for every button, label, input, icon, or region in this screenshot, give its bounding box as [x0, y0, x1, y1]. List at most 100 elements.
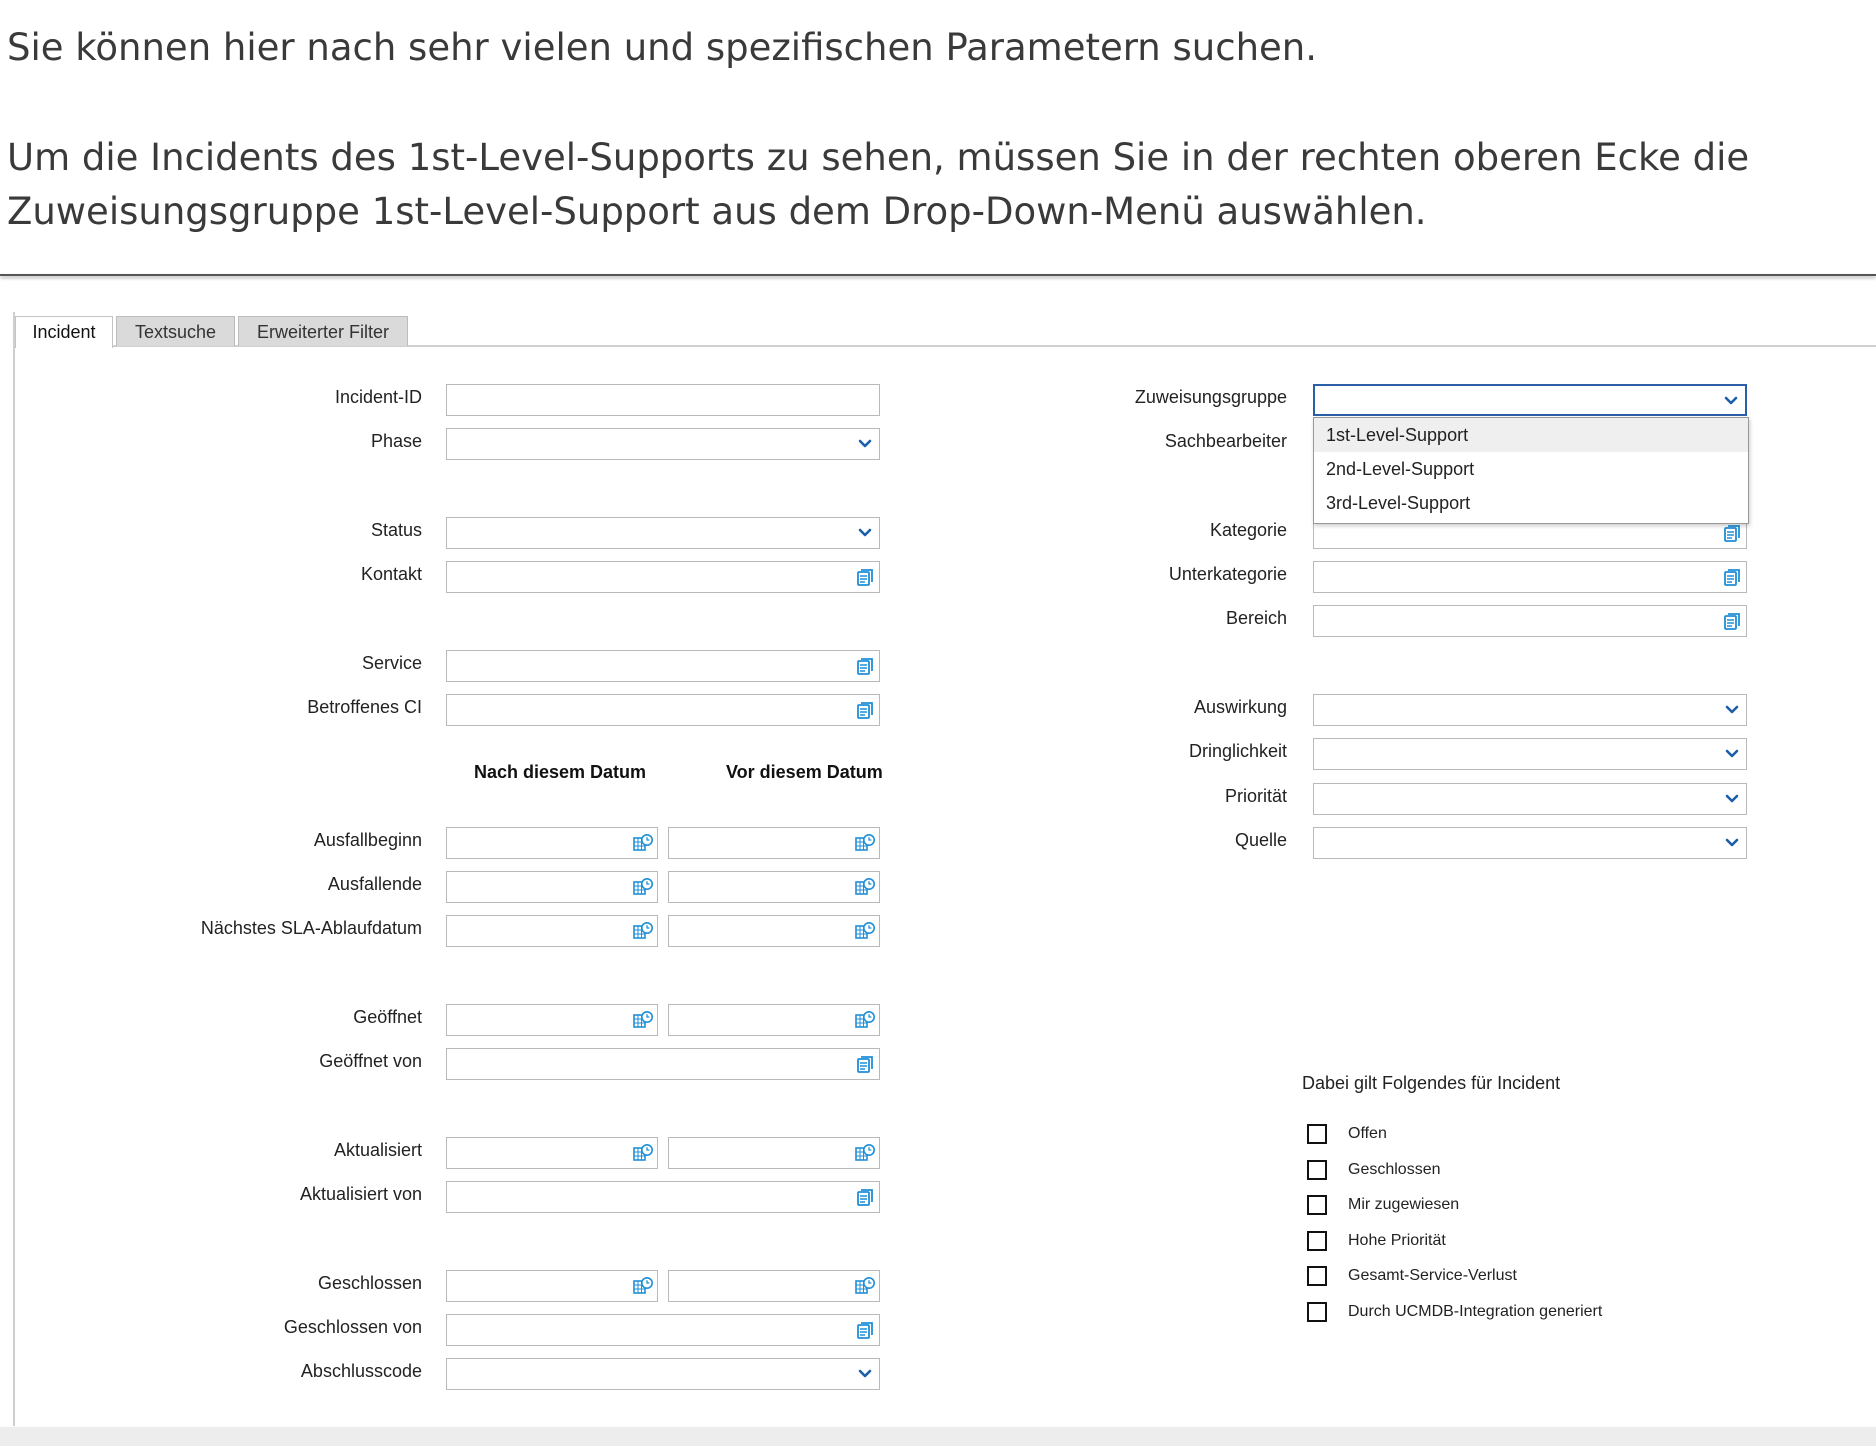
chevron-down-icon[interactable] — [853, 433, 877, 455]
label-prioritaet: Priorität — [1224, 786, 1287, 806]
calendar-clock-icon[interactable] — [631, 1275, 655, 1297]
offen-checkbox[interactable] — [1307, 1124, 1327, 1144]
chevron-down-icon[interactable] — [1720, 832, 1744, 854]
label-zuweisungsgruppe: Zuweisungsgruppe — [1134, 387, 1287, 407]
chevron-down-icon[interactable] — [853, 522, 877, 544]
lookup-list-icon[interactable] — [1720, 566, 1744, 588]
aktualisiert-after-date[interactable] — [446, 1137, 658, 1169]
prioritaet-select[interactable] — [1313, 783, 1747, 815]
status-select[interactable] — [446, 517, 880, 549]
unterkategorie-field[interactable] — [1313, 561, 1747, 593]
phase-select[interactable] — [446, 428, 880, 460]
tab-label: Incident — [32, 322, 96, 342]
chevron-down-icon[interactable] — [853, 1363, 877, 1385]
gesamt-service-verlust-checkbox[interactable] — [1307, 1266, 1327, 1286]
lookup-list-icon[interactable] — [853, 1186, 877, 1208]
ausfallbeginn-after-date[interactable] — [446, 827, 658, 859]
checkbox-label: Durch UCMDB-Integration generiert — [1348, 1303, 1603, 1320]
lookup-list-icon[interactable] — [853, 1319, 877, 1341]
calendar-clock-icon[interactable] — [853, 1142, 877, 1164]
dropdown-option-2nd-level-support[interactable]: 2nd-Level-Support — [1314, 452, 1748, 486]
checkbox-row-geschlossen: Geschlossen — [1307, 1158, 1441, 1182]
ucmdb-integration-checkbox[interactable] — [1307, 1302, 1327, 1322]
calendar-clock-icon[interactable] — [853, 1009, 877, 1031]
label-auswirkung: Auswirkung — [1193, 697, 1287, 717]
checkbox-label: Gesamt-Service-Verlust — [1348, 1267, 1517, 1284]
calendar-clock-icon[interactable] — [631, 920, 655, 942]
dringlichkeit-select[interactable] — [1313, 738, 1747, 770]
label-status: Status — [370, 520, 422, 540]
zuweisungsgruppe-select[interactable] — [1313, 384, 1747, 416]
label-kategorie: Kategorie — [1209, 520, 1287, 540]
label-naechstes-sla-ablaufdatum: Nächstes SLA-Ablaufdatum — [200, 918, 422, 938]
intro-line-3: Zuweisungsgruppe 1st-Level-Support aus d… — [7, 190, 1427, 233]
label-phase: Phase — [370, 431, 422, 451]
geoeffnet-von-field[interactable] — [446, 1048, 880, 1080]
tab-label: Textsuche — [134, 322, 217, 342]
calendar-clock-icon[interactable] — [631, 876, 655, 898]
lookup-list-icon[interactable] — [853, 699, 877, 721]
geschlossen-after-date[interactable] — [446, 1270, 658, 1302]
calendar-clock-icon[interactable] — [631, 1142, 655, 1164]
betroffenes-ci-field[interactable] — [446, 694, 880, 726]
chevron-down-icon[interactable] — [1720, 743, 1744, 765]
label-dringlichkeit: Dringlichkeit — [1188, 741, 1287, 761]
calendar-clock-icon[interactable] — [631, 1009, 655, 1031]
aktualisiert-von-field[interactable] — [446, 1181, 880, 1213]
ausfallbeginn-before-date[interactable] — [668, 827, 880, 859]
incident-id-input[interactable] — [446, 384, 880, 416]
lookup-list-icon[interactable] — [853, 655, 877, 677]
calendar-clock-icon[interactable] — [853, 920, 877, 942]
lookup-list-icon[interactable] — [853, 566, 877, 588]
column-header-before: Vor diesem Datum — [726, 762, 883, 782]
quelle-select[interactable] — [1313, 827, 1747, 859]
geschlossen-checkbox[interactable] — [1307, 1160, 1327, 1180]
sla-before-date[interactable] — [668, 915, 880, 947]
calendar-clock-icon[interactable] — [853, 876, 877, 898]
geoeffnet-after-date[interactable] — [446, 1004, 658, 1036]
geschlossen-before-date[interactable] — [668, 1270, 880, 1302]
ausfallende-before-date[interactable] — [668, 871, 880, 903]
chevron-down-icon[interactable] — [1719, 390, 1743, 412]
label-aktualisiert: Aktualisiert — [333, 1140, 422, 1160]
tab-erweiterter-filter[interactable]: Erweiterter Filter — [238, 316, 408, 346]
bereich-field[interactable] — [1313, 605, 1747, 637]
geschlossen-von-field[interactable] — [446, 1314, 880, 1346]
checkbox-row-mir-zugewiesen: Mir zugewiesen — [1307, 1193, 1459, 1217]
column-header-after: Nach diesem Datum — [474, 762, 647, 782]
sla-after-date[interactable] — [446, 915, 658, 947]
chevron-down-icon[interactable] — [1720, 699, 1744, 721]
hohe-prioritaet-checkbox[interactable] — [1307, 1231, 1327, 1251]
label-ausfallende: Ausfallende — [327, 874, 422, 894]
auswirkung-select[interactable] — [1313, 694, 1747, 726]
lookup-list-icon[interactable] — [1720, 522, 1744, 544]
panel-bottom-bar — [0, 1427, 1876, 1446]
ausfallende-after-date[interactable] — [446, 871, 658, 903]
intro-line-2: Um die Incidents des 1st-Level-Supports … — [7, 136, 1750, 179]
lookup-list-icon[interactable] — [853, 1053, 877, 1075]
chevron-down-icon[interactable] — [1720, 788, 1744, 810]
aktualisiert-before-date[interactable] — [668, 1137, 880, 1169]
geoeffnet-before-date[interactable] — [668, 1004, 880, 1036]
abschlusscode-select[interactable] — [446, 1358, 880, 1390]
label-ausfallbeginn: Ausfallbeginn — [313, 830, 422, 850]
label-abschlusscode: Abschlusscode — [300, 1361, 422, 1381]
lookup-list-icon[interactable] — [1720, 610, 1744, 632]
calendar-clock-icon[interactable] — [853, 1275, 877, 1297]
service-field[interactable] — [446, 650, 880, 682]
label-geschlossen-von: Geschlossen von — [283, 1317, 422, 1337]
label-unterkategorie: Unterkategorie — [1168, 564, 1287, 584]
calendar-clock-icon[interactable] — [631, 832, 655, 854]
checkbox-row-ucmdb: Durch UCMDB-Integration generiert — [1307, 1300, 1602, 1324]
dropdown-option-3rd-level-support[interactable]: 3rd-Level-Support — [1314, 486, 1748, 520]
kontakt-field[interactable] — [446, 561, 880, 593]
calendar-clock-icon[interactable] — [853, 832, 877, 854]
mir-zugewiesen-checkbox[interactable] — [1307, 1195, 1327, 1215]
dropdown-option-1st-level-support[interactable]: 1st-Level-Support — [1314, 418, 1748, 452]
label-kontakt: Kontakt — [360, 564, 422, 584]
checkbox-label: Mir zugewiesen — [1348, 1196, 1460, 1213]
label-sachbearbeiter: Sachbearbeiter — [1164, 431, 1287, 451]
tab-incident[interactable]: Incident — [15, 316, 113, 348]
label-quelle: Quelle — [1234, 830, 1287, 850]
tab-textsuche[interactable]: Textsuche — [116, 316, 235, 346]
